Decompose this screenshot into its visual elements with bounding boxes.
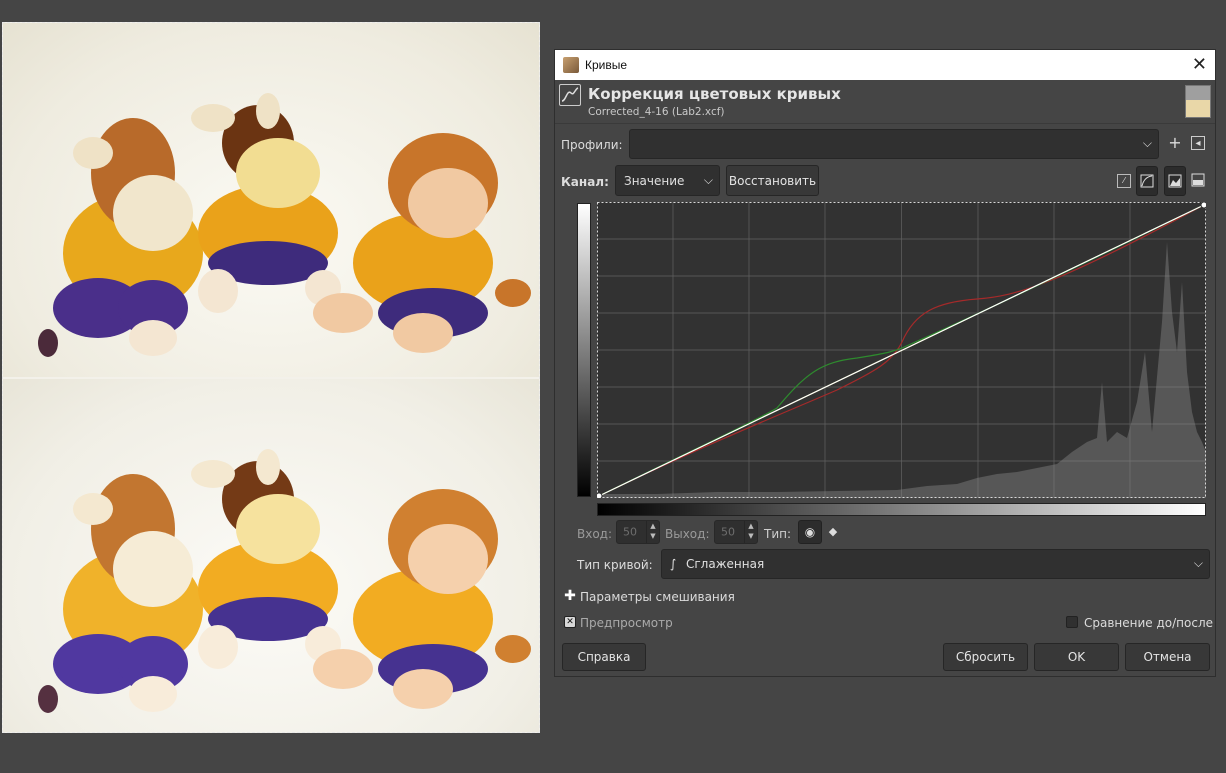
channel-value: Значение [624, 173, 685, 188]
add-preset-icon[interactable]: + [1167, 135, 1183, 151]
expand-plus-icon[interactable]: ✚ [564, 589, 576, 603]
compare-label: Сравнение до/после [1084, 616, 1214, 630]
input-spinner[interactable]: 50 ▲ ▼ [616, 520, 660, 544]
preview-label: Предпросмотр [580, 616, 673, 630]
blending-options-label[interactable]: Параметры смешивания [580, 590, 735, 604]
output-spinner[interactable]: 50 ▲ ▼ [714, 520, 758, 544]
channel-label: Канал: [561, 175, 609, 189]
point-type-label: Тип: [764, 527, 792, 541]
spin-arrows-icon[interactable]: ▲ ▼ [744, 521, 757, 543]
spin-arrows-icon[interactable]: ▲ ▼ [646, 521, 659, 543]
smooth-point-icon[interactable]: ◉ [798, 520, 822, 544]
corner-point-icon[interactable]: ◆ [826, 524, 840, 540]
reset-button[interactable]: Сбросить [943, 643, 1028, 671]
close-icon[interactable]: ✕ [1192, 54, 1207, 75]
cancel-button[interactable]: Отмена [1125, 643, 1210, 671]
input-label: Вход: [577, 527, 613, 541]
photo-preview [3, 379, 539, 732]
gimp-app-icon [563, 57, 579, 73]
output-label: Выход: [665, 527, 710, 541]
window-title: Кривые [585, 58, 628, 72]
curve-graph[interactable] [597, 202, 1206, 498]
profiles-combo[interactable]: ⌵ [629, 129, 1159, 159]
preview-checkbox[interactable]: ✕ [564, 616, 576, 628]
log-histogram-icon[interactable] [1136, 166, 1158, 196]
chevron-down-icon: ⌵ [1193, 555, 1203, 570]
dialog-header: Коррекция цветовых кривых Corrected_4-16… [555, 80, 1215, 124]
chevron-down-icon: ⌵ [1142, 135, 1152, 150]
header-title: Коррекция цветовых кривых [588, 85, 841, 103]
input-gradient-bar [597, 503, 1206, 516]
curve-type-label: Тип кривой: [577, 558, 653, 572]
profiles-label: Профили: [561, 138, 623, 152]
curve-type-value: Сглаженная [686, 557, 765, 571]
channel-combo[interactable]: Значение ⌵ [615, 165, 720, 196]
photo-original [3, 23, 539, 377]
linear-histogram-icon[interactable]: ⁄ [1117, 174, 1131, 188]
header-subtitle: Corrected_4-16 (Lab2.xcf) [588, 106, 725, 118]
image-frame[interactable] [2, 22, 540, 733]
histogram-view-icon[interactable] [1164, 166, 1186, 196]
help-button[interactable]: Справка [562, 643, 646, 671]
ok-button[interactable]: OK [1034, 643, 1119, 671]
compare-checkbox[interactable] [1066, 616, 1078, 628]
output-gradient-bar [577, 203, 591, 497]
curves-editor[interactable] [577, 202, 1209, 519]
curves-dialog: Кривые ✕ Коррекция цветовых кривых Corre… [554, 49, 1216, 677]
image-thumbnail [1185, 85, 1211, 118]
image-canvas[interactable] [0, 0, 554, 773]
smooth-curve-icon: ∫ [670, 557, 677, 571]
chevron-down-icon: ⌵ [703, 172, 713, 187]
curve-point-start[interactable] [597, 492, 603, 498]
channel-reset-button[interactable]: Восстановить [726, 165, 819, 196]
histogram-alt-view-icon[interactable] [1191, 173, 1205, 187]
preset-menu-icon[interactable]: ◂ [1191, 136, 1205, 150]
dialog-titlebar[interactable]: Кривые ✕ [555, 50, 1215, 80]
curve-type-combo[interactable]: ∫ Сглаженная ⌵ [661, 549, 1210, 579]
curve-point-end[interactable] [1200, 202, 1206, 209]
curves-tool-icon [559, 84, 581, 106]
